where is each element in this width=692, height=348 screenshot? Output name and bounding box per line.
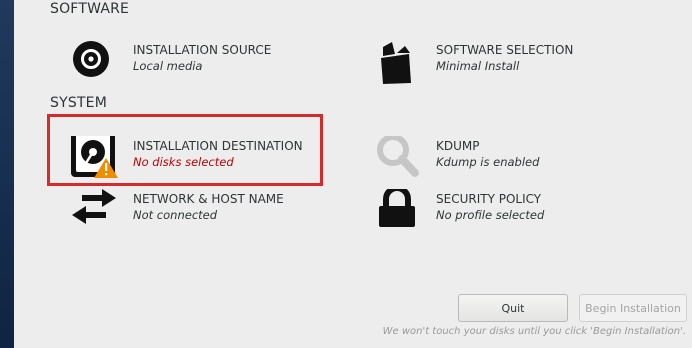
quit-button[interactable]: Quit (458, 294, 568, 322)
spoke-title: INSTALLATION DESTINATION (133, 139, 303, 153)
lock-icon (373, 185, 429, 239)
disc-icon (70, 40, 126, 90)
section-title-software: SOFTWARE (50, 1, 130, 17)
magnifier-icon (373, 134, 429, 186)
spoke-status: Kdump is enabled (436, 155, 540, 169)
spoke-title: SOFTWARE SELECTION (436, 43, 574, 57)
sidebar-edge (0, 0, 14, 348)
spoke-installation-source[interactable]: INSTALLATION SOURCE Local media (70, 40, 360, 90)
spoke-network-host-name[interactable]: NETWORK & HOST NAME Not connected (70, 189, 360, 239)
spoke-status-warning: No disks selected (133, 155, 234, 169)
spoke-status: Minimal Install (436, 59, 520, 73)
spoke-software-selection[interactable]: SOFTWARE SELECTION Minimal Install (373, 40, 663, 90)
package-icon (373, 40, 429, 90)
spoke-status: No profile selected (436, 208, 545, 222)
spoke-installation-destination[interactable]: INSTALLATION DESTINATION No disks select… (70, 129, 360, 186)
disk-hint-text: We won't touch your disks until you clic… (382, 326, 686, 337)
section-title-system: SYSTEM (50, 95, 108, 111)
spoke-title: INSTALLATION SOURCE (133, 43, 272, 57)
spoke-kdump[interactable]: KDUMP Kdump is enabled (373, 134, 663, 186)
hard-drive-warning-icon (70, 129, 126, 186)
spoke-title: KDUMP (436, 139, 480, 153)
spoke-status: Local media (133, 59, 203, 73)
network-arrows-icon (70, 189, 126, 239)
spoke-title: SECURITY POLICY (436, 192, 542, 206)
spoke-security-policy[interactable]: SECURITY POLICY No profile selected (373, 185, 663, 239)
begin-installation-button[interactable]: Begin Installation (579, 294, 687, 322)
spoke-title: NETWORK & HOST NAME (133, 192, 284, 206)
spoke-status: Not connected (133, 208, 218, 222)
